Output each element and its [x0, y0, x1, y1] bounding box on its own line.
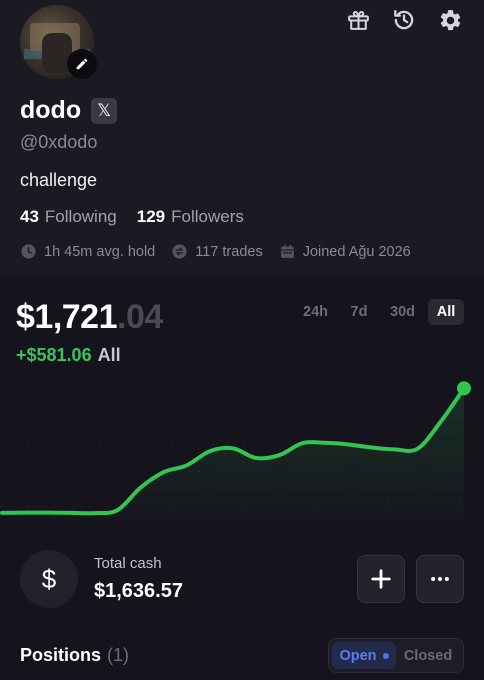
following-label: Following	[44, 207, 117, 226]
balance-main: $1,721	[16, 298, 118, 336]
tab-open-label: Open	[339, 647, 377, 664]
history-button[interactable]	[390, 6, 418, 34]
range-24h[interactable]: 24h	[296, 299, 335, 325]
total-cash-label: Total cash	[94, 555, 162, 572]
time-range-selector: 24h 7d 30d All	[296, 299, 464, 325]
gear-icon	[440, 9, 460, 30]
pnl-value: +$581.06	[16, 345, 92, 365]
name-row: dodo 𝕏	[20, 96, 118, 125]
plus-icon	[371, 569, 391, 589]
balance-cents: .04	[117, 298, 163, 336]
x-link-icon[interactable]: 𝕏	[91, 97, 118, 124]
total-cash-value: $1,636.57	[94, 580, 183, 602]
trades-stat: 117 trades	[171, 243, 263, 260]
following-link[interactable]: 43 Following	[20, 207, 117, 227]
dollar-icon: $	[20, 550, 78, 608]
joined-stat: Joined Ağu 2026	[279, 243, 411, 260]
chart-end-marker	[457, 381, 471, 396]
followers-count: 129	[136, 207, 166, 226]
pencil-icon	[76, 58, 88, 70]
user-handle: @0xdodo	[20, 132, 98, 152]
profile-header: dodo 𝕏 @0xdodo challenge 43 Following 129…	[0, 0, 484, 277]
positions-header: Positions (1)	[20, 645, 129, 666]
settings-button[interactable]	[436, 6, 464, 34]
following-count: 43	[20, 207, 39, 226]
clock-icon	[21, 244, 36, 259]
active-dot-icon	[382, 652, 389, 659]
followers-link[interactable]: 129 Followers	[137, 207, 244, 227]
tab-closed[interactable]: Closed	[396, 642, 460, 669]
more-icon	[431, 576, 449, 582]
portfolio-balance: $1,721.04	[16, 298, 163, 337]
add-button[interactable]	[357, 555, 405, 603]
history-icon	[394, 9, 414, 30]
gift-button[interactable]	[344, 6, 372, 34]
range-7d[interactable]: 7d	[341, 299, 377, 325]
positions-filter: Open Closed	[328, 638, 464, 673]
follow-stats: 43 Following 129 Followers	[20, 207, 244, 227]
tab-open[interactable]: Open	[332, 642, 396, 669]
user-bio: challenge	[20, 170, 98, 190]
display-name: dodo	[20, 96, 82, 124]
joined-text: Joined Ağu 2026	[302, 243, 411, 260]
edit-avatar-button[interactable]	[67, 49, 97, 79]
trading-stats: 1h 45m avg. hold 117 trades Joined Ağu 2…	[20, 243, 411, 260]
portfolio-chart	[0, 380, 484, 530]
pnl-period: All	[97, 345, 121, 365]
pnl-summary: +$581.06 All	[16, 345, 121, 366]
followers-label: Followers	[171, 207, 244, 226]
range-30d[interactable]: 30d	[383, 299, 422, 325]
more-button[interactable]	[416, 555, 464, 603]
avg-hold-stat: 1h 45m avg. hold	[20, 243, 155, 260]
calendar-icon	[280, 244, 294, 258]
gift-icon	[347, 10, 369, 30]
range-all[interactable]: All	[428, 299, 464, 325]
positions-count: (1)	[107, 645, 130, 665]
header-actions	[344, 6, 464, 34]
positions-title: Positions	[20, 645, 102, 665]
swap-icon	[172, 244, 187, 259]
trades-text: 117 trades	[195, 243, 263, 260]
avg-hold-text: 1h 45m avg. hold	[44, 243, 156, 260]
